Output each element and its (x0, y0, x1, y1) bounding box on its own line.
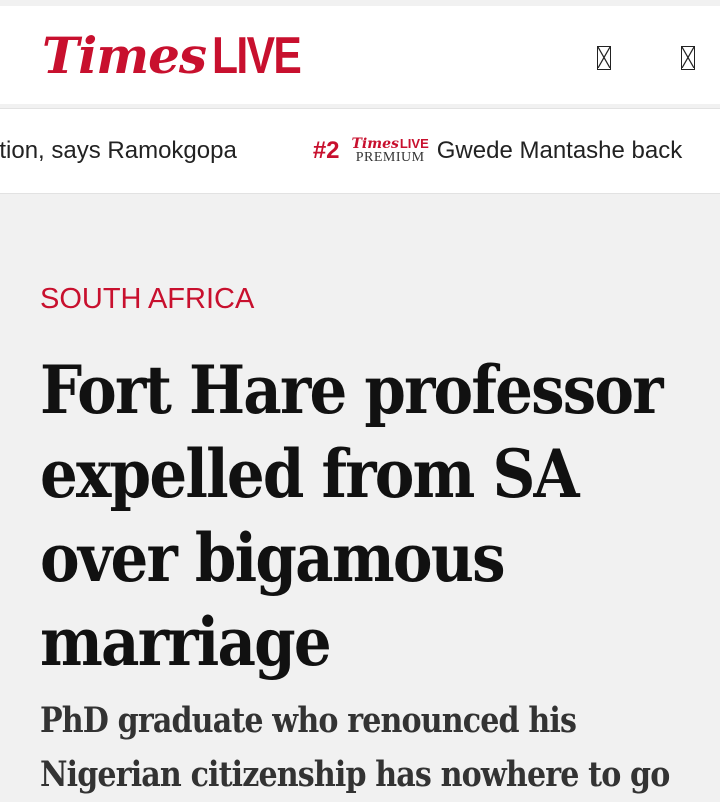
site-header: Times LIVE (0, 0, 720, 104)
logo-live-text: LIVE (212, 27, 302, 85)
ticker-item[interactable]: #2 Times LIVE PREMIUM Gwede Mantashe back (313, 137, 682, 165)
article-headline: Fort Hare professor expelled from SA ove… (40, 351, 664, 681)
article-standfirst: PhD graduate who renounced his Nigerian … (40, 700, 670, 795)
section-label[interactable]: SOUTH AFRICA (40, 283, 254, 316)
search-icon[interactable] (597, 46, 611, 70)
premium-logo-times: Times (351, 136, 399, 152)
premium-logo-live: LIVE (399, 136, 429, 151)
timeslive-logo[interactable]: Times LIVE (42, 26, 320, 90)
trending-ticker[interactable]: ation, says Ramokgopa #2 Times LIVE PREMI… (0, 108, 720, 194)
logo-times-text: Times (42, 26, 207, 85)
ticker-rank: #2 (312, 137, 340, 164)
premium-logo-top: Times LIVE (352, 137, 429, 151)
menu-icon[interactable] (681, 46, 695, 70)
ticker-track: ation, says Ramokgopa #2 Times LIVE PREMI… (0, 109, 682, 193)
ticker-item-text: Gwede Mantashe back (436, 137, 683, 164)
ticker-item[interactable]: ation, says Ramokgopa (0, 137, 237, 165)
timeslive-premium-logo: Times LIVE PREMIUM (352, 137, 429, 165)
ticker-item-text: ation, says Ramokgopa (0, 137, 237, 164)
premium-badge-label: PREMIUM (355, 150, 425, 165)
